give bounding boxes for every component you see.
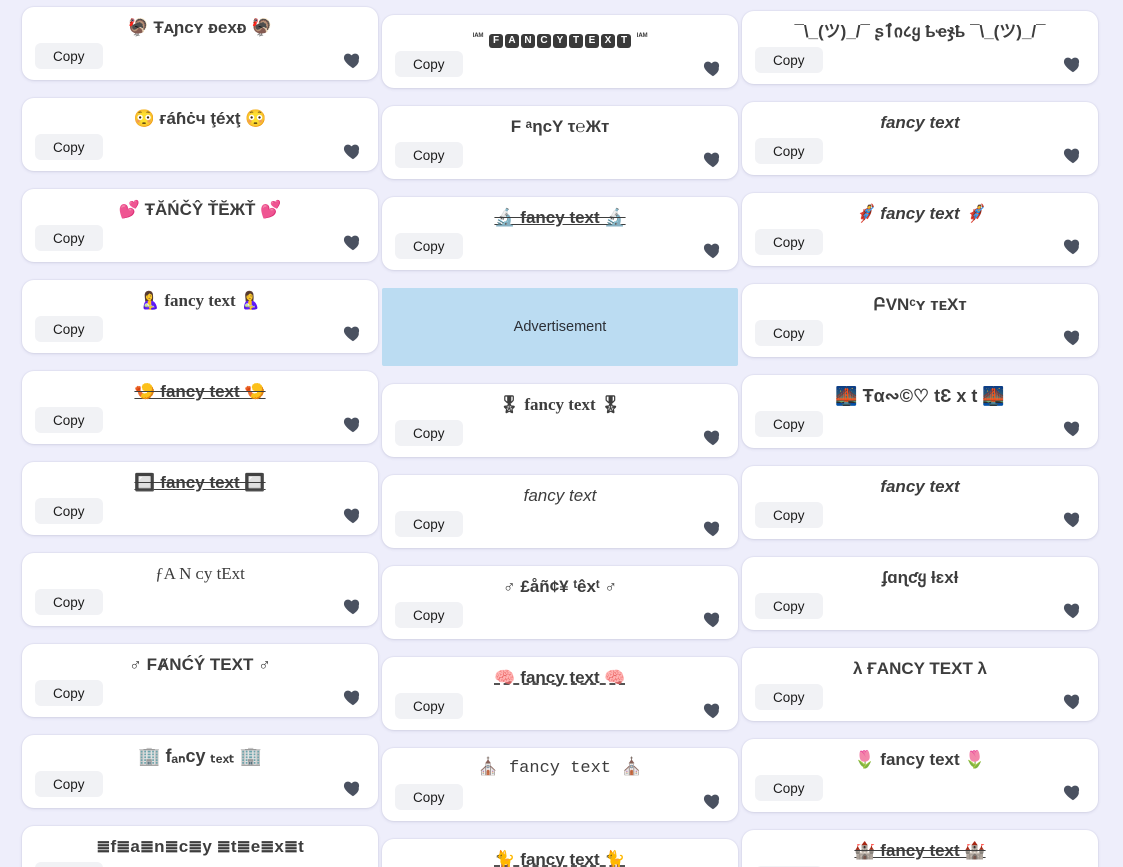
copy-button[interactable]: Copy — [755, 502, 823, 528]
heart-icon[interactable] — [1062, 235, 1084, 257]
heart-icon[interactable] — [1062, 599, 1084, 621]
heart-icon[interactable] — [1062, 326, 1084, 348]
fancy-text-card[interactable]: F ᵃηcY τ℮Жт Copy — [382, 106, 738, 179]
fancy-text-preview: 🏰 fancy text 🏰 — [854, 841, 986, 860]
fancy-text-card[interactable]: ♂ £åñ¢¥ ᵗêxᵗ ♂ Copy — [382, 566, 738, 639]
copy-button[interactable]: Copy — [755, 320, 823, 346]
fancy-text-card[interactable]: 🏢 fₐₙcy ₜₑₓₜ 🏢 Copy — [22, 735, 378, 808]
fancy-text-card[interactable]: 😳 ғáɦċч ţéxţ 😳 Copy — [22, 98, 378, 171]
copy-button[interactable]: Copy — [395, 511, 463, 537]
fancy-text-card[interactable]: 🦃 Ŧᴀɲcʏ ᴆexᴆ 🦃 Copy — [22, 7, 378, 80]
copy-button[interactable]: Copy — [35, 771, 103, 797]
copy-button[interactable]: Copy — [35, 134, 103, 160]
copy-button[interactable]: Copy — [395, 693, 463, 719]
fancy-text-card[interactable]: ♂ FȺNĆÝ TEXT ♂ Copy — [22, 644, 378, 717]
heart-icon[interactable] — [702, 57, 724, 79]
copy-button[interactable]: Copy — [35, 407, 103, 433]
heart-icon[interactable] — [702, 790, 724, 812]
heart-icon[interactable] — [702, 148, 724, 170]
fancy-text-grid: 🦃 Ŧᴀɲcʏ ᴆexᴆ 🦃 Copy 😳 ғáɦċч ţéxţ 😳 Copy 💕 ŦĂ… — [0, 0, 1123, 867]
heart-icon[interactable] — [342, 595, 364, 617]
fancy-text-card[interactable]: ԲVNᶜʏ ᴛᴇXт Copy — [742, 284, 1098, 357]
copy-button[interactable]: Copy — [755, 138, 823, 164]
heart-icon[interactable] — [342, 140, 364, 162]
fancy-text-card[interactable]: 🌷 fancy text 🌷 Copy — [742, 739, 1098, 812]
copy-button[interactable]: Copy — [755, 593, 823, 619]
copy-button[interactable]: Copy — [755, 684, 823, 710]
fancy-text-card[interactable]: 🤱 fancy text 🤱 Copy — [22, 280, 378, 353]
card-column-3: ¯\_(ツ)_/¯ ʂٱი८ყ ҍҽჯҍ ¯\_(ツ)_/¯ Copyfancy … — [742, 11, 1098, 867]
heart-icon[interactable] — [1062, 690, 1084, 712]
fancy-text-card[interactable]: fancy text Copy — [742, 102, 1098, 175]
heart-icon[interactable] — [342, 322, 364, 344]
card-column-2: ᴵᴬᴹ FANCYTEXT ᴵᴬᴹ Copy F ᵃηcY τ℮Жт Copy 🔬 fa… — [382, 15, 738, 867]
heart-icon[interactable] — [342, 231, 364, 253]
advertisement-banner[interactable]: Advertisement — [382, 288, 738, 366]
fancy-text-card[interactable]: 🎖 fancy text 🎖 Copy — [382, 384, 738, 457]
fancy-text-card[interactable]: 🔬 fancy text 🔬 Copy — [382, 197, 738, 270]
fancy-text-card[interactable]: 🦸 fancy text 🦸 Copy — [742, 193, 1098, 266]
copy-button[interactable]: Copy — [395, 51, 463, 77]
copy-button[interactable]: Copy — [395, 420, 463, 446]
fancy-text-card[interactable]: ⛪ fancy text ⛪ Copy — [382, 748, 738, 821]
copy-button[interactable]: Copy — [755, 775, 823, 801]
fancy-text-card[interactable]: λ ҒANCY TEXT λ Copy — [742, 648, 1098, 721]
fancy-text-preview: 🐈 fancy text 🐈 — [494, 850, 626, 867]
heart-icon[interactable] — [1062, 781, 1084, 803]
fancy-text-card[interactable]: 💕 ŦĂŃČŶ ŤĔЖŤ 💕 Copy — [22, 189, 378, 262]
fancy-text-card[interactable]: ʄɑɳƈყ ƚɛxƚ Copy — [742, 557, 1098, 630]
heart-icon[interactable] — [702, 239, 724, 261]
heart-icon[interactable] — [1062, 144, 1084, 166]
copy-button[interactable]: Copy — [35, 680, 103, 706]
copy-button[interactable]: Copy — [755, 47, 823, 73]
fancy-text-preview: ≣f≣a≣n≣c≣y ≣t≣e≣x≣t — [96, 837, 304, 856]
copy-button[interactable]: Copy — [395, 784, 463, 810]
copy-button[interactable]: Copy — [35, 862, 103, 867]
copy-button[interactable]: Copy — [395, 233, 463, 259]
fancy-text-card[interactable]: 🧠 fancy text 🧠 Copy — [382, 657, 738, 730]
fancy-text-card[interactable]: ≣f≣a≣n≣c≣y ≣t≣e≣x≣t Copy — [22, 826, 378, 867]
fancy-text-card[interactable]: fancy text Copy — [742, 466, 1098, 539]
heart-icon[interactable] — [342, 413, 364, 435]
fancy-text-card[interactable]: ᴵᴬᴹ FANCYTEXT ᴵᴬᴹ Copy — [382, 15, 738, 88]
heart-icon[interactable] — [1062, 53, 1084, 75]
copy-button[interactable]: Copy — [35, 589, 103, 615]
heart-icon[interactable] — [342, 49, 364, 71]
card-column-1: 🦃 Ŧᴀɲcʏ ᴆexᴆ 🦃 Copy 😳 ғáɦċч ţéxţ 😳 Copy 💕 ŦĂ… — [22, 7, 378, 867]
copy-button[interactable]: Copy — [395, 602, 463, 628]
heart-icon[interactable] — [702, 517, 724, 539]
fancy-text-card[interactable]: fancy text Copy — [382, 475, 738, 548]
copy-button[interactable]: Copy — [35, 225, 103, 251]
copy-button[interactable]: Copy — [755, 229, 823, 255]
heart-icon[interactable] — [1062, 417, 1084, 439]
heart-icon[interactable] — [342, 504, 364, 526]
fancy-text-card[interactable]: ƒA N ᴄy tExt Copy — [22, 553, 378, 626]
fancy-text-card[interactable]: 🔲 fancy text 🔲 Copy — [22, 462, 378, 535]
heart-icon[interactable] — [702, 608, 724, 630]
fancy-text-card[interactable]: ¯\_(ツ)_/¯ ʂٱი८ყ ҍҽჯҍ ¯\_(ツ)_/¯ Copy — [742, 11, 1098, 84]
copy-button[interactable]: Copy — [35, 316, 103, 342]
advertisement-label: Advertisement — [513, 319, 607, 335]
fancy-text-card[interactable]: 🏰 fancy text 🏰Copy — [742, 830, 1098, 867]
copy-button[interactable]: Copy — [35, 43, 103, 69]
fancy-text-card[interactable]: 🐈 fancy text 🐈Copy — [382, 839, 738, 867]
heart-icon[interactable] — [702, 699, 724, 721]
copy-button[interactable]: Copy — [395, 142, 463, 168]
fancy-text-card[interactable]: 🍤 fancy text 🍤 Copy — [22, 371, 378, 444]
heart-icon[interactable] — [342, 686, 364, 708]
heart-icon[interactable] — [342, 777, 364, 799]
copy-button[interactable]: Copy — [755, 411, 823, 437]
copy-button[interactable]: Copy — [35, 498, 103, 524]
fancy-text-card[interactable]: 🌉 Ŧα∾©♡ tƐ x t 🌉 Copy — [742, 375, 1098, 448]
heart-icon[interactable] — [1062, 508, 1084, 530]
heart-icon[interactable] — [702, 426, 724, 448]
